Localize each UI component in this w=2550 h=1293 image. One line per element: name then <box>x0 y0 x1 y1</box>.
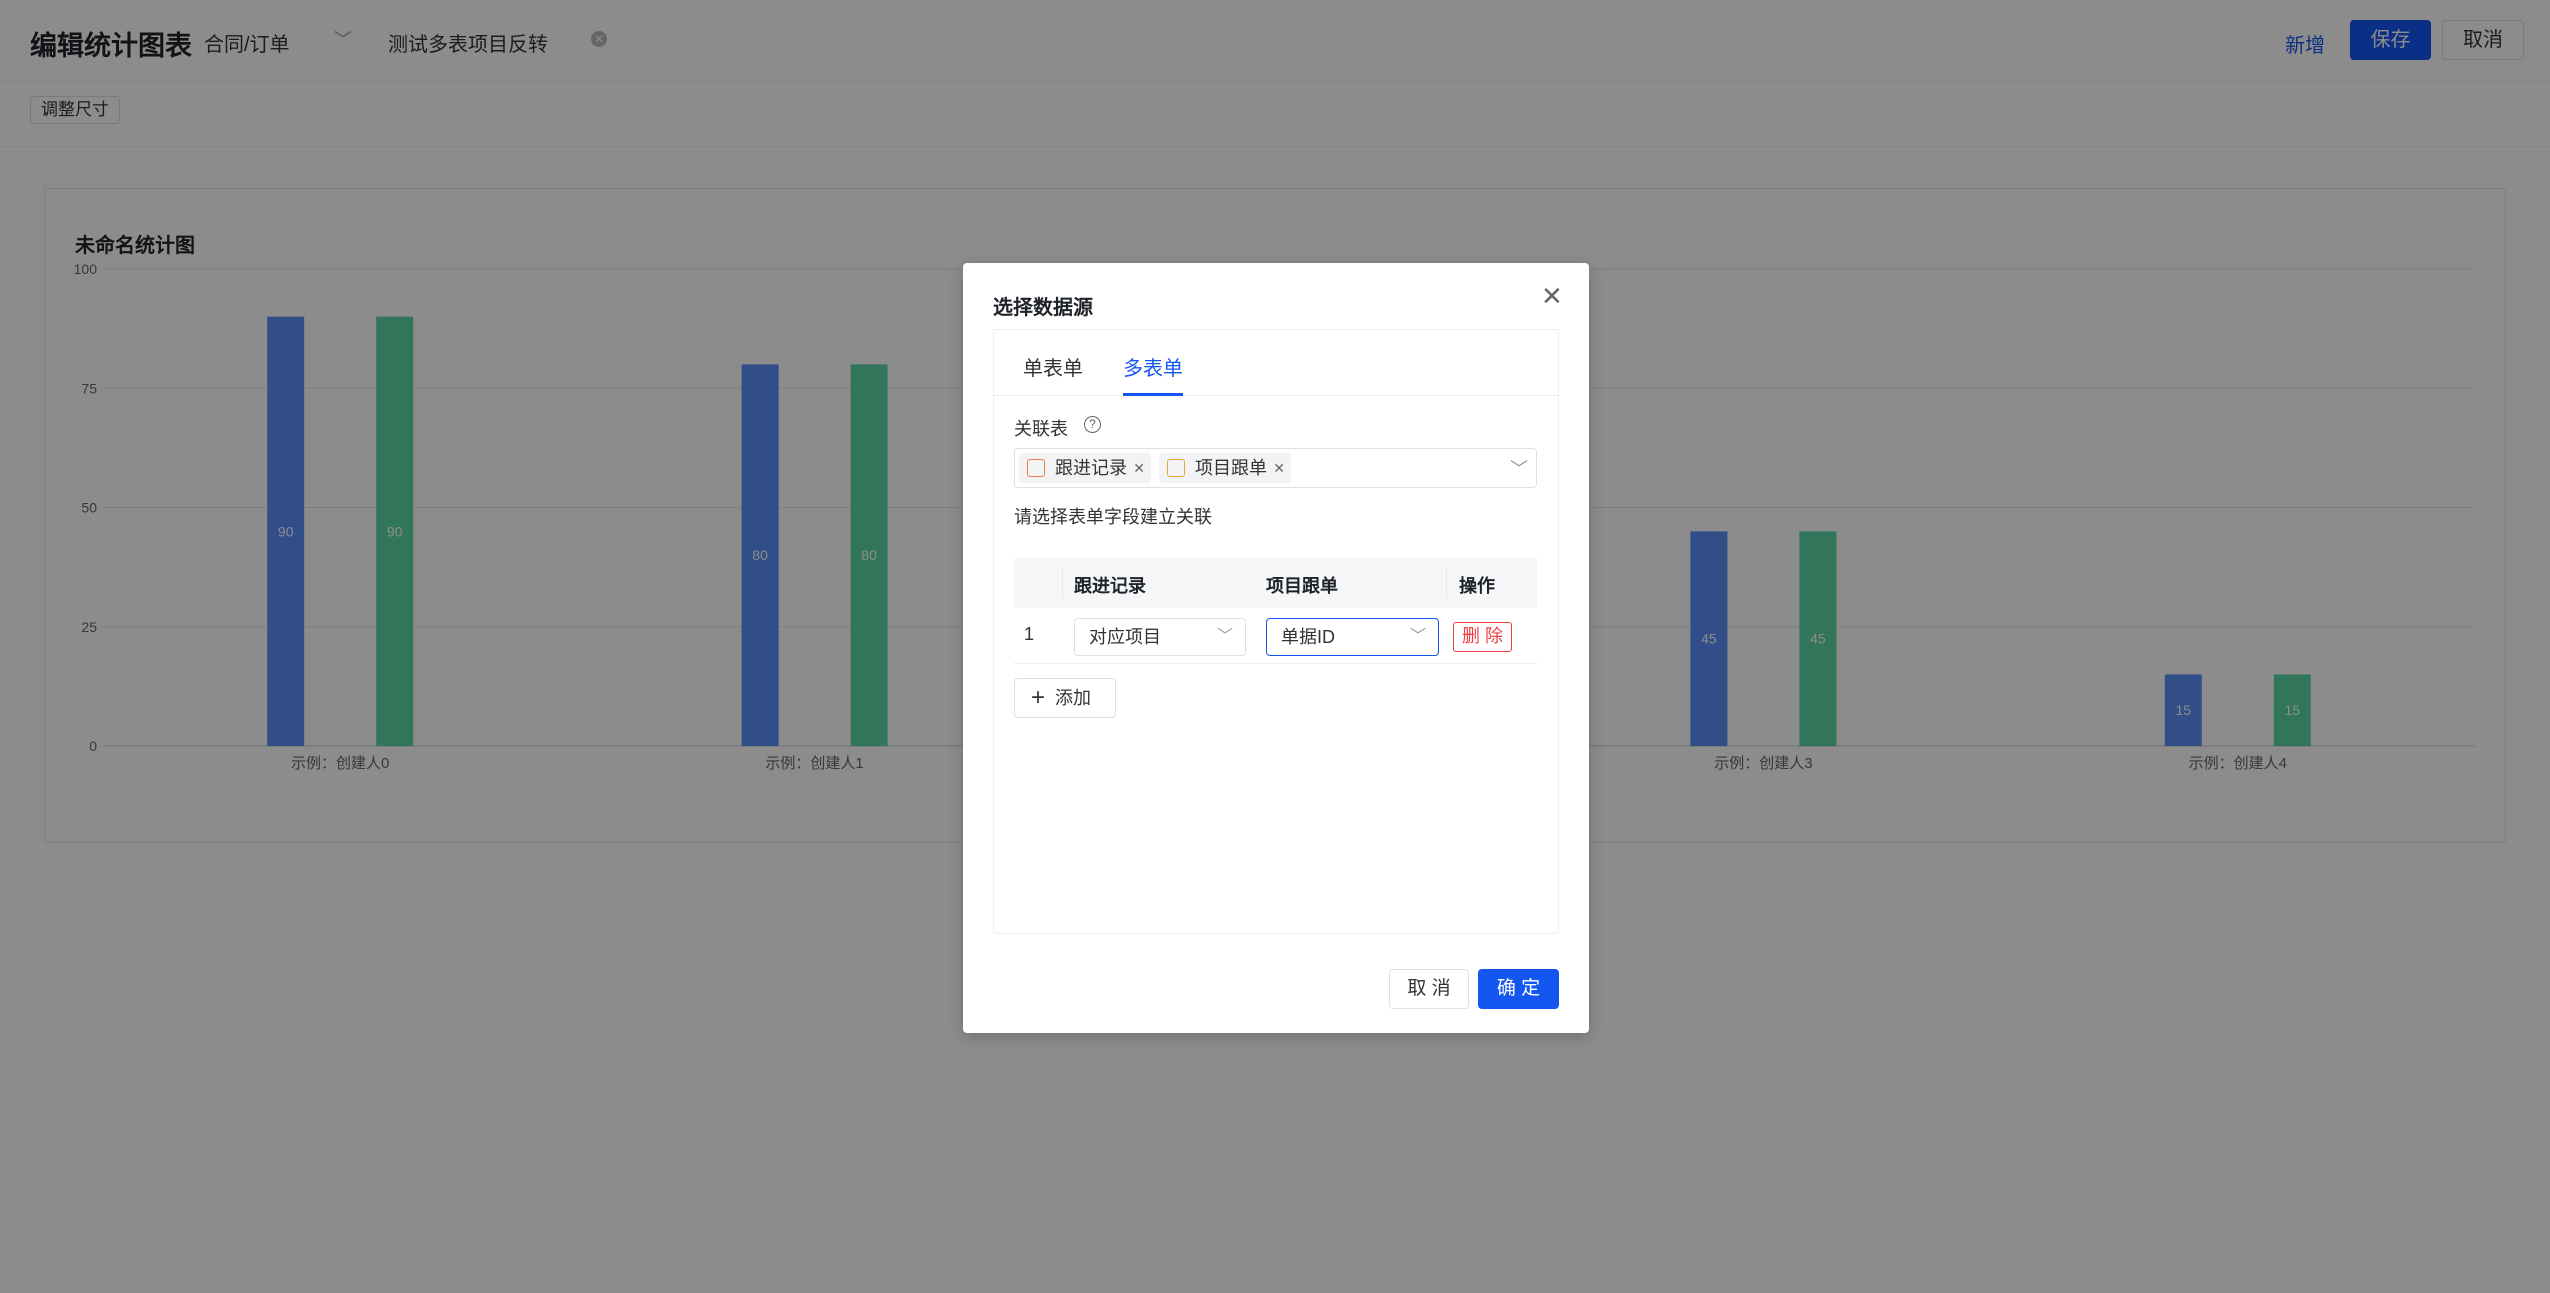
relation-label: 关联表 <box>1014 419 1068 439</box>
chevron-down-icon: ﹀ <box>1409 628 1426 645</box>
tab-multi-form[interactable]: 多表单 <box>1123 352 1183 381</box>
active-tab-indicator <box>1123 393 1183 396</box>
form-icon <box>1027 459 1045 477</box>
relation-tables-select[interactable]: 跟进记录 ✕ 项目跟单 ✕ ﹀ <box>1014 448 1537 488</box>
delete-button[interactable]: 删 除 <box>1453 622 1512 652</box>
select-datasource-dialog: 选择数据源 ✕ 单表单 多表单 关联表 ? 跟进记录 ✕ 项目跟单 ✕ ﹀ 请选… <box>963 263 1589 1033</box>
add-label: 添加 <box>1055 688 1091 708</box>
dialog-title: 选择数据源 <box>993 297 1093 319</box>
table-header: 跟进记录 项目跟单 操作 <box>1014 558 1537 608</box>
add-button[interactable]: + 添加 <box>1014 678 1116 718</box>
left-field-select[interactable]: 对应项目 ﹀ <box>1074 618 1246 656</box>
remove-tag-icon[interactable]: ✕ <box>1273 453 1285 483</box>
tag-project-order: 项目跟单 ✕ <box>1159 453 1291 483</box>
form-icon <box>1167 459 1185 477</box>
dialog-panel: 单表单 多表单 关联表 ? 跟进记录 ✕ 项目跟单 ✕ ﹀ 请选择表单字段建立关… <box>993 329 1559 934</box>
chevron-down-icon: ﹀ <box>1216 628 1233 645</box>
chevron-down-icon: ﹀ <box>1510 459 1528 479</box>
page: 编辑统计图表 合同/订单 ﹀ 测试多表项目反转 ✕ 新增 保存 取消 调整尺寸 … <box>0 0 2550 1293</box>
select-value: 对应项目 <box>1089 627 1161 647</box>
dialog-ok-button[interactable]: 确 定 <box>1478 969 1559 1009</box>
right-field-select[interactable]: 单据ID ﹀ <box>1266 618 1439 656</box>
question-icon[interactable]: ? <box>1084 416 1101 433</box>
column-divider <box>1446 568 1447 598</box>
select-value: 单据ID <box>1281 627 1335 647</box>
column-divider <box>1062 568 1063 598</box>
plus-icon: + <box>1031 684 1046 711</box>
close-icon[interactable]: ✕ <box>1541 283 1563 309</box>
tag-label: 跟进记录 <box>1055 458 1127 478</box>
column-header: 操作 <box>1459 576 1495 596</box>
dialog-cancel-button[interactable]: 取 消 <box>1389 969 1469 1009</box>
tab-single-form[interactable]: 单表单 <box>1023 352 1083 381</box>
row-index: 1 <box>1024 624 1035 644</box>
column-header: 跟进记录 <box>1074 576 1146 596</box>
tab-bar: 单表单 多表单 <box>994 330 1558 396</box>
column-header: 项目跟单 <box>1266 576 1338 596</box>
remove-tag-icon[interactable]: ✕ <box>1133 453 1145 483</box>
tag-follow-record: 跟进记录 ✕ <box>1019 453 1151 483</box>
relation-hint: 请选择表单字段建立关联 <box>1014 507 1212 527</box>
tag-label: 项目跟单 <box>1195 458 1267 478</box>
table-row: 1 对应项目 ﹀ 单据ID ﹀ 删 除 <box>1014 608 1537 664</box>
